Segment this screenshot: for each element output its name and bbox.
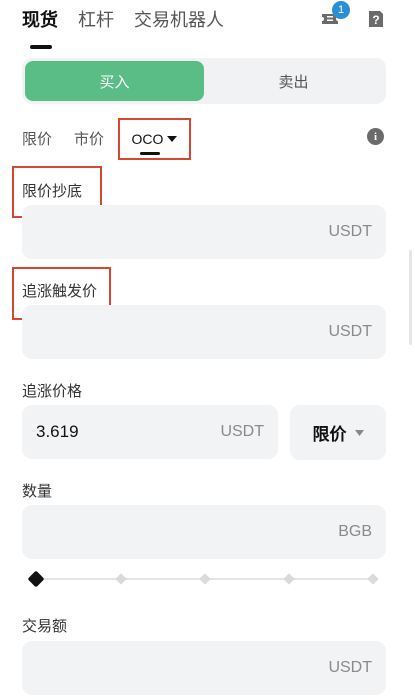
tab-trading-bot[interactable]: 交易机器人 bbox=[134, 7, 224, 35]
active-tab-underline bbox=[140, 152, 160, 155]
chase-price-unit: USDT bbox=[220, 423, 264, 440]
help-button[interactable]: ? bbox=[367, 10, 385, 28]
slider-thumb[interactable] bbox=[27, 570, 45, 588]
trigger-price-input[interactable]: USDT bbox=[22, 305, 386, 359]
notification-badge: 1 bbox=[332, 1, 350, 19]
tab-spot[interactable]: 现货 bbox=[22, 7, 58, 49]
limit-buy-input[interactable]: USDT bbox=[22, 205, 386, 259]
tab-margin[interactable]: 杠杆 bbox=[78, 7, 114, 35]
help-document-icon: ? bbox=[369, 11, 383, 27]
order-type-limit[interactable]: 限价 bbox=[22, 128, 52, 149]
amount-unit: USDT bbox=[328, 659, 372, 676]
order-type-oco[interactable]: OCO bbox=[118, 118, 191, 160]
limit-buy-unit: USDT bbox=[328, 223, 372, 240]
oco-label: OCO bbox=[131, 131, 164, 147]
quantity-unit: BGB bbox=[338, 523, 372, 540]
svg-text:?: ? bbox=[372, 13, 379, 27]
buy-sell-toggle: 买入 卖出 bbox=[22, 58, 386, 104]
info-icon[interactable]: i bbox=[367, 128, 384, 145]
amount-input[interactable]: USDT bbox=[22, 641, 386, 695]
sell-button[interactable]: 卖出 bbox=[204, 61, 383, 101]
caret-down-icon bbox=[354, 429, 364, 436]
buy-button[interactable]: 买入 bbox=[25, 61, 204, 101]
order-type-tabs: 限价 市价 bbox=[22, 120, 126, 156]
slider-step-100[interactable] bbox=[367, 573, 379, 585]
quantity-slider[interactable] bbox=[27, 570, 379, 588]
quantity-input[interactable]: BGB bbox=[22, 505, 386, 559]
top-tabs: 现货 杠杆 交易机器人 bbox=[22, 6, 244, 49]
trigger-price-unit: USDT bbox=[328, 323, 372, 340]
slider-step-25[interactable] bbox=[115, 573, 127, 585]
amount-label: 交易额 bbox=[22, 617, 68, 635]
chase-price-label: 追涨价格 bbox=[22, 382, 83, 400]
chase-price-input[interactable]: 3.619 USDT bbox=[22, 405, 278, 459]
caret-down-icon bbox=[167, 136, 178, 142]
slider-step-75[interactable] bbox=[283, 573, 295, 585]
scrollbar[interactable] bbox=[409, 250, 412, 345]
price-type-value: 限价 bbox=[312, 425, 347, 445]
price-type-select[interactable]: 限价 bbox=[290, 405, 386, 460]
slider-step-50[interactable] bbox=[199, 573, 211, 585]
chase-price-value: 3.619 bbox=[36, 422, 79, 441]
quantity-label: 数量 bbox=[22, 482, 53, 500]
coupon-button[interactable]: 1 bbox=[321, 1, 350, 28]
top-icons: 1 ? bbox=[321, 1, 385, 28]
order-type-market[interactable]: 市价 bbox=[74, 128, 104, 149]
